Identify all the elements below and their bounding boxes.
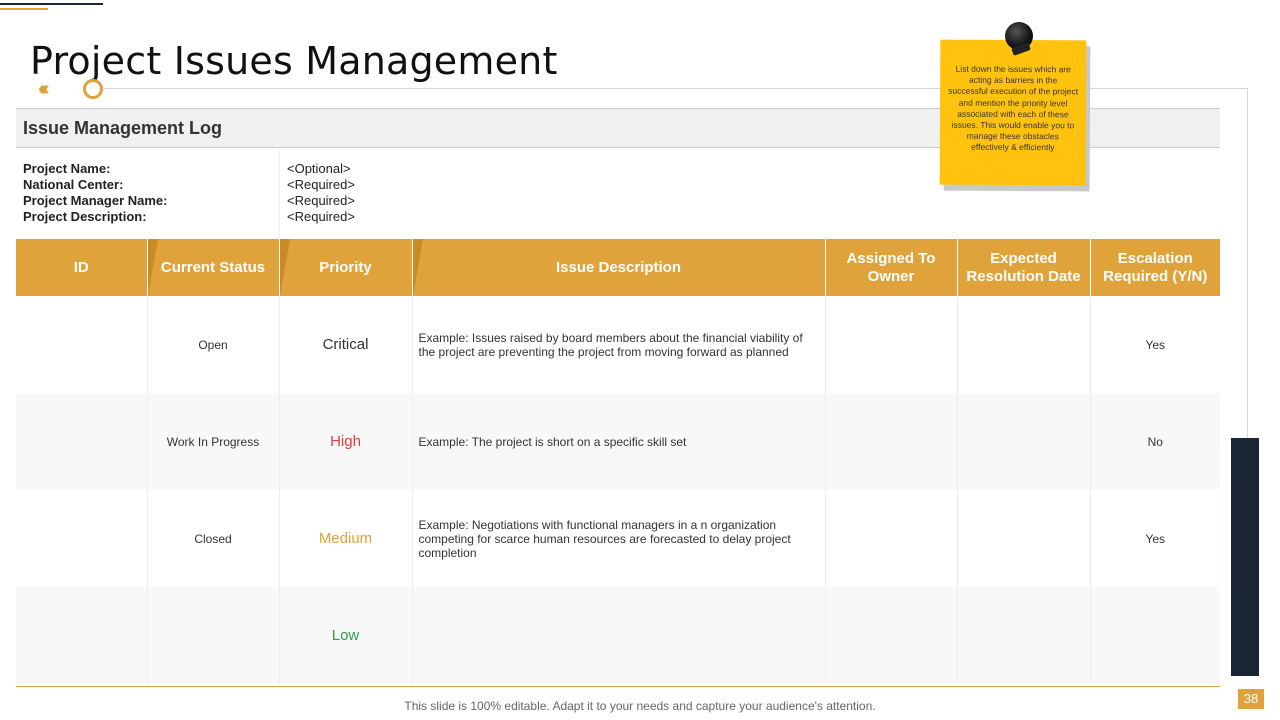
cell-owner[interactable] [824, 587, 957, 684]
project-description-value[interactable]: <Required> [287, 209, 355, 225]
cell-priority[interactable]: Medium [278, 490, 412, 587]
cell-resolution-date[interactable] [956, 393, 1090, 490]
table-header-row: ID Current Status Priority Issue Descrip… [16, 239, 1220, 296]
header-escalation-required: Escalation Required (Y/N) [1089, 239, 1220, 296]
cell-escalation[interactable]: No [1089, 393, 1220, 490]
cell-resolution-date[interactable] [956, 490, 1090, 587]
header-priority: Priority [278, 239, 412, 296]
sticky-note: List down the issues which are acting as… [939, 39, 1087, 186]
bottom-accent-line [16, 686, 1220, 687]
page-number: 38 [1238, 689, 1264, 709]
cell-description[interactable]: Example: Issues raised by board members … [411, 296, 825, 393]
table-row: Open Critical Example: Issues raised by … [16, 296, 1220, 393]
chevrons-icon: ‹‹‹‹ [38, 78, 49, 100]
project-info-labels: Project Name: National Center: Project M… [23, 161, 168, 225]
cell-priority[interactable]: Critical [278, 296, 412, 393]
side-accent-bar [1231, 438, 1259, 676]
table-row: Closed Medium Example: Negotiations with… [16, 490, 1220, 587]
cell-id[interactable] [16, 296, 147, 393]
cell-status[interactable]: Open [146, 296, 279, 393]
project-name-value[interactable]: <Optional> [287, 161, 355, 177]
cell-id[interactable] [16, 587, 147, 684]
cell-description[interactable]: Example: Negotiations with functional ma… [411, 490, 825, 587]
header-issue-description: Issue Description [411, 239, 825, 296]
circle-icon [83, 79, 103, 99]
cell-id[interactable] [16, 490, 147, 587]
cell-id[interactable] [16, 393, 147, 490]
header-expected-resolution-date: Expected Resolution Date [956, 239, 1090, 296]
cell-owner[interactable] [824, 393, 957, 490]
cell-escalation[interactable]: Yes [1089, 490, 1220, 587]
national-center-label: National Center: [23, 177, 124, 192]
info-divider [279, 150, 280, 238]
cell-status[interactable] [146, 587, 279, 684]
decorative-line-vertical [1247, 88, 1248, 438]
header-assigned-owner: Assigned To Owner [824, 239, 957, 296]
cell-escalation[interactable]: Yes [1089, 296, 1220, 393]
project-description-label: Project Description: [23, 209, 147, 224]
national-center-value[interactable]: <Required> [287, 177, 355, 193]
slide-title: Project Issues Management [30, 39, 558, 84]
issue-log-title: Issue Management Log [23, 118, 223, 138]
project-manager-name-value[interactable]: <Required> [287, 193, 355, 209]
project-name-label: Project Name: [23, 161, 111, 176]
cell-status[interactable]: Closed [146, 490, 279, 587]
cell-description[interactable] [411, 587, 825, 684]
issues-table: ID Current Status Priority Issue Descrip… [16, 239, 1220, 684]
project-manager-name-label: Project Manager Name: [23, 193, 168, 208]
cell-owner[interactable] [824, 296, 957, 393]
footer-text: This slide is 100% editable. Adapt it to… [404, 699, 876, 713]
cell-status[interactable]: Work In Progress [146, 393, 279, 490]
cell-resolution-date[interactable] [956, 296, 1090, 393]
cell-owner[interactable] [824, 490, 957, 587]
cell-resolution-date[interactable] [956, 587, 1090, 684]
cell-priority[interactable]: High [278, 393, 412, 490]
project-info-values: <Optional> <Required> <Required> <Requir… [287, 161, 355, 225]
header-current-status: Current Status [146, 239, 279, 296]
header-id: ID [16, 239, 147, 296]
top-accent-line-dark [0, 3, 103, 5]
table-row: Work In Progress High Example: The proje… [16, 393, 1220, 490]
table-row: Low [16, 587, 1220, 684]
sticky-note-text: List down the issues which are acting as… [948, 63, 1079, 153]
top-accent-line-gold [0, 8, 48, 10]
cell-escalation[interactable] [1089, 587, 1220, 684]
cell-description[interactable]: Example: The project is short on a speci… [411, 393, 825, 490]
cell-priority[interactable]: Low [278, 587, 412, 684]
